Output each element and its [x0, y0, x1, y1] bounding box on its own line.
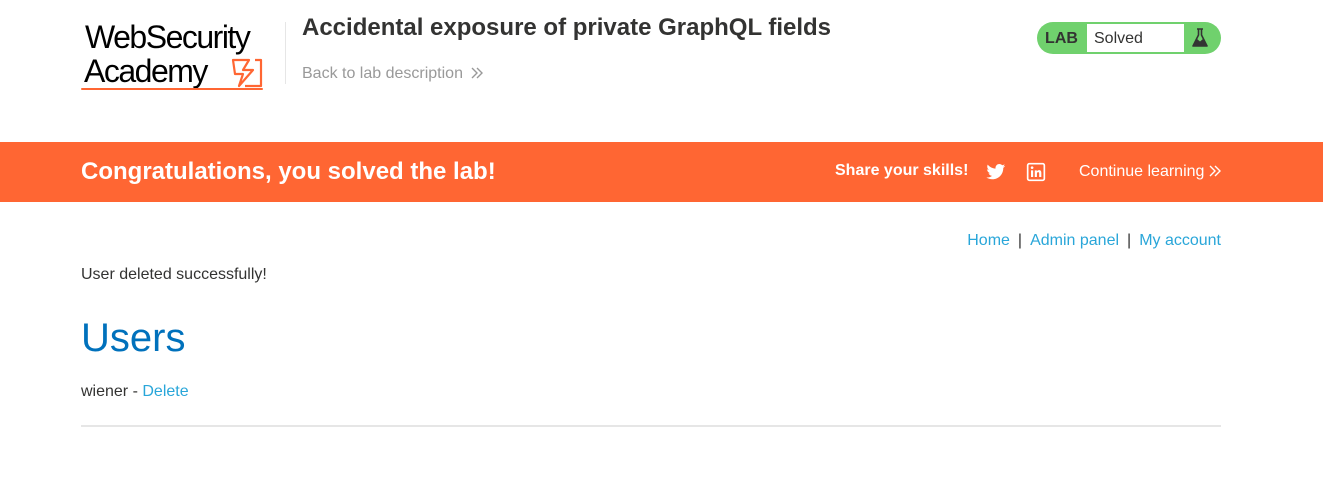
continue-learning-link[interactable]: Continue learning — [1079, 162, 1222, 182]
account-navigation: Home | Admin panel | My account — [967, 231, 1221, 251]
lab-status-widget: LAB Solved — [1037, 22, 1221, 54]
user-separator: - — [128, 383, 143, 400]
lab-status-value: Solved — [1086, 23, 1185, 53]
double-chevron-right-icon — [471, 67, 483, 79]
nav-home-link[interactable]: Home — [967, 232, 1010, 249]
nav-my-account-link[interactable]: My account — [1139, 232, 1221, 249]
flask-icon — [1192, 28, 1208, 47]
lab-title: Accidental exposure of private GraphQL f… — [302, 14, 832, 41]
double-chevron-right-icon — [1209, 165, 1222, 177]
twitter-icon[interactable] — [986, 162, 1006, 182]
content-divider — [81, 425, 1221, 427]
status-message: User deleted successfully! — [81, 266, 267, 283]
back-to-lab-description-link[interactable]: Back to lab description — [302, 64, 484, 84]
nav-separator: | — [1017, 232, 1023, 249]
header-divider — [285, 22, 286, 84]
continue-learning-label: Continue learning — [1079, 163, 1205, 180]
logo-bolt-icon — [231, 58, 263, 88]
username: wiener — [81, 383, 129, 400]
logo-underline — [81, 88, 263, 90]
user-row: wiener - Delete — [81, 382, 189, 402]
back-link-label: Back to lab description — [302, 65, 463, 82]
web-security-academy-logo[interactable]: WebSecurity Academy — [81, 18, 283, 94]
share-your-skills-label: Share your skills! — [835, 162, 969, 179]
site-header: WebSecurity Academy Accidental exposure … — [0, 0, 1323, 142]
logo-text-line2: Academy — [84, 53, 208, 89]
lab-status-tag: LAB — [1045, 30, 1078, 47]
logo-text-line1: WebSecurity — [85, 19, 251, 55]
nav-admin-panel-link[interactable]: Admin panel — [1030, 232, 1119, 249]
linkedin-icon[interactable] — [1026, 162, 1046, 182]
solved-message: Congratulations, you solved the lab! — [81, 158, 496, 185]
delete-user-link[interactable]: Delete — [142, 383, 188, 400]
users-heading: Users — [81, 316, 186, 360]
nav-separator: | — [1127, 232, 1132, 249]
